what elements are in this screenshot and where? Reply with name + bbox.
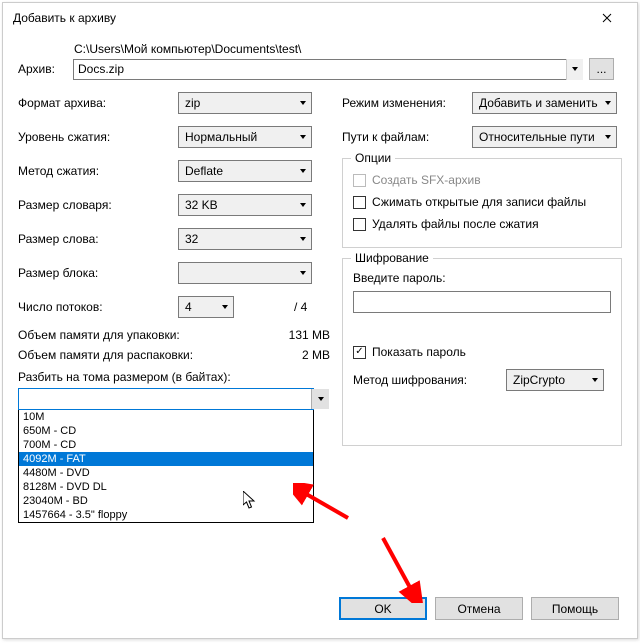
list-item[interactable]: 1457664 - 3.5" floppy — [19, 508, 313, 522]
enc-method-value: ZipCrypto — [513, 373, 565, 387]
enc-method-label: Метод шифрования: — [353, 373, 498, 387]
word-value: 32 — [185, 232, 198, 246]
browse-button[interactable]: ... — [589, 58, 614, 80]
threads-label: Число потоков: — [18, 300, 178, 314]
threads-select[interactable]: 4 — [178, 296, 234, 318]
delete-after-checkbox[interactable] — [353, 218, 366, 231]
mem-pack-value: 131 MB — [289, 328, 330, 342]
show-password-label: Показать пароль — [372, 345, 466, 359]
archive-label: Архив: — [18, 62, 73, 76]
archive-filename-input[interactable] — [73, 59, 583, 80]
archive-path: C:\Users\Мой компьютер\Documents\test\ — [74, 42, 622, 56]
update-label: Режим изменения: — [342, 96, 472, 110]
annotation-arrow-icon — [373, 533, 433, 603]
sfx-label: Создать SFX-архив — [372, 173, 481, 187]
dialog-buttons: OK Отмена Помощь — [339, 597, 619, 620]
help-button[interactable]: Помощь — [531, 597, 619, 620]
threads-total: / 4 — [294, 300, 307, 314]
encryption-fieldset: Шифрование Введите пароль: Показать паро… — [342, 258, 622, 446]
split-listbox[interactable]: 10M 650M - CD 700M - CD 4092M - FAT 4480… — [18, 409, 314, 523]
left-column: Формат архива: zip Уровень сжатия: Норма… — [18, 90, 330, 523]
window-title: Добавить к архиву — [13, 11, 116, 25]
password-label: Введите пароль: — [353, 271, 611, 285]
list-item[interactable]: 650M - CD — [19, 424, 313, 438]
archive-dropdown-button[interactable] — [566, 59, 583, 80]
encryption-legend: Шифрование — [351, 251, 433, 265]
split-combo-button[interactable] — [311, 389, 329, 409]
level-select[interactable]: Нормальный — [178, 126, 312, 148]
dict-value: 32 KB — [185, 198, 218, 212]
options-legend: Опции — [351, 151, 395, 165]
level-label: Уровень сжатия: — [18, 130, 178, 144]
dict-select[interactable]: 32 KB — [178, 194, 312, 216]
method-select[interactable]: Deflate — [178, 160, 312, 182]
list-item[interactable]: 8128M - DVD DL — [19, 480, 313, 494]
options-fieldset: Опции Создать SFX-архив Сжимать открытые… — [342, 158, 622, 248]
show-password-checkbox[interactable] — [353, 346, 366, 359]
compress-shared-checkbox[interactable] — [353, 196, 366, 209]
method-value: Deflate — [185, 164, 223, 178]
mem-pack-label: Объем памяти для упаковки: — [18, 328, 180, 342]
format-select[interactable]: zip — [178, 92, 312, 114]
block-select[interactable] — [178, 262, 312, 284]
list-item[interactable]: 4480M - DVD — [19, 466, 313, 480]
compress-shared-label: Сжимать открытые для записи файлы — [372, 195, 586, 209]
update-select[interactable]: Добавить и заменить — [472, 92, 617, 114]
list-item[interactable]: 4092M - FAT — [19, 452, 313, 466]
list-item[interactable]: 10M — [19, 410, 313, 424]
update-value: Добавить и заменить — [479, 96, 598, 110]
word-label: Размер слова: — [18, 232, 178, 246]
block-label: Размер блока: — [18, 266, 178, 280]
format-value: zip — [185, 96, 200, 110]
mem-unpack-value: 2 MB — [302, 348, 330, 362]
cancel-button[interactable]: Отмена — [435, 597, 523, 620]
paths-label: Пути к файлам: — [342, 130, 472, 144]
mem-unpack-label: Объем памяти для распаковки: — [18, 348, 193, 362]
word-select[interactable]: 32 — [178, 228, 312, 250]
list-item[interactable]: 700M - CD — [19, 438, 313, 452]
titlebar: Добавить к архиву — [3, 3, 637, 33]
list-item[interactable]: 23040M - BD — [19, 494, 313, 508]
enc-method-select[interactable]: ZipCrypto — [506, 369, 604, 391]
format-label: Формат архива: — [18, 96, 178, 110]
dict-label: Размер словаря: — [18, 198, 178, 212]
paths-select[interactable]: Относительные пути — [472, 126, 617, 148]
split-label: Разбить на тома размером (в байтах): — [18, 370, 330, 384]
delete-after-label: Удалять файлы после сжатия — [372, 217, 539, 231]
split-combo-input[interactable] — [18, 388, 314, 410]
close-button[interactable] — [587, 4, 627, 32]
paths-value: Относительные пути — [479, 130, 595, 144]
method-label: Метод сжатия: — [18, 164, 178, 178]
dialog-window: Добавить к архиву C:\Users\Мой компьютер… — [2, 2, 638, 639]
password-input[interactable] — [353, 291, 611, 313]
ok-button[interactable]: OK — [339, 597, 427, 620]
right-column: Режим изменения: Добавить и заменить Пут… — [342, 90, 622, 523]
sfx-checkbox — [353, 174, 366, 187]
threads-value: 4 — [185, 300, 192, 314]
level-value: Нормальный — [185, 130, 257, 144]
